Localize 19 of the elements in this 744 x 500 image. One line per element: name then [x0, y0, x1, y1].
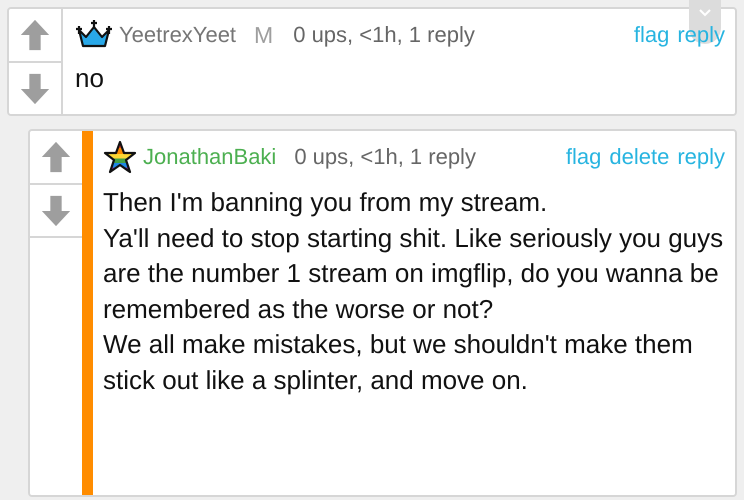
mod-label: M [254, 22, 274, 48]
upvote-arrow-icon[interactable] [39, 140, 73, 174]
comment-text: Then I'm banning you from my stream. Ya'll need to stop starting shit. Like seriously you guys are the number 1 stream on imgflip, do you wanna be remembered as the worse or not? We all make mistakes, but we shouldn't make them stick out like a splinter, and move on. [103, 186, 724, 396]
downvote-arrow-icon[interactable] [18, 72, 52, 106]
crown-icon [75, 20, 113, 50]
username[interactable]: JonathanBaki [143, 144, 276, 170]
downvote-arrow-icon[interactable] [39, 194, 73, 228]
comment-text: no [75, 62, 105, 95]
action-link[interactable]: reply [677, 144, 725, 170]
upvote-arrow-icon[interactable] [18, 18, 52, 52]
chevron-icon [698, 8, 712, 18]
action-link[interactable]: flag [634, 22, 670, 48]
username[interactable]: YeetrexYeet [119, 22, 236, 48]
comment-stats: 0 ups, <1h, 1 reply [293, 22, 475, 48]
action-link[interactable]: reply [677, 22, 725, 48]
action-link[interactable]: delete [609, 144, 670, 170]
comment-stats: 0 ups, <1h, 1 reply [294, 144, 476, 170]
star-icon [103, 140, 137, 174]
action-link[interactable]: flag [566, 144, 602, 170]
